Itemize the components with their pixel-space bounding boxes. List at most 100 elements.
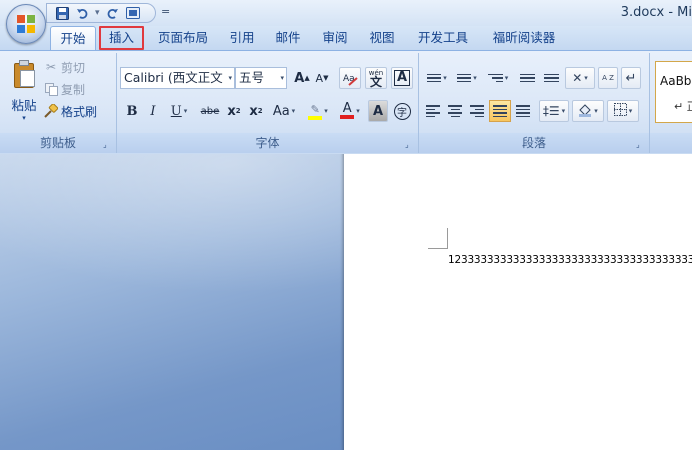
tab-references[interactable]: 引用 [222,26,262,50]
tab-page-layout[interactable]: 页面布局 [150,26,216,50]
paste-button[interactable]: 粘贴 ▾ [6,57,42,127]
text-highlight-button[interactable]: ✎ ▾ [303,100,333,122]
undo-icon[interactable] [75,6,89,20]
font-size-value: 五号 [239,70,265,85]
cut-button[interactable]: ✂ 剪切 [44,57,85,77]
clear-formatting-icon: Aa [343,74,358,86]
underline-glyph: U [170,103,182,119]
copy-icon [44,82,58,96]
shrink-font-button[interactable]: A ▼ [313,67,331,89]
paragraph-dialog-launcher-icon[interactable]: ⌟ [636,140,645,149]
office-button[interactable] [6,4,46,44]
paste-dropdown-icon[interactable]: ▾ [6,114,42,122]
character-shading-button[interactable]: A [368,100,388,122]
bullets-dropdown-icon[interactable]: ▾ [443,74,447,82]
character-border-button[interactable]: A [391,67,413,89]
phonetic-guide-button[interactable]: wén 文 [365,67,387,89]
paste-label: 粘贴 [11,98,37,113]
tab-insert[interactable]: 插入 [99,26,144,50]
borders-icon [613,103,627,119]
bullets-button[interactable]: ▾ [423,67,451,89]
borders-button[interactable]: ▾ [607,100,639,122]
styles-group-label [650,133,692,153]
change-case-dropdown-icon[interactable]: ▾ [292,107,296,115]
tab-home[interactable]: 开始 [50,26,96,50]
format-painter-button[interactable]: 格式刷 [44,101,97,121]
align-center-icon [448,105,462,117]
save-icon[interactable] [55,6,69,20]
superscript-glyph: x [249,103,258,119]
numbering-icon [457,73,472,83]
align-center-button[interactable] [445,100,465,122]
underline-dropdown-icon[interactable]: ▾ [184,107,188,115]
grow-font-glyph: A [294,70,305,86]
justify-button[interactable] [489,100,511,122]
tab-review[interactable]: 审阅 [315,26,355,50]
increase-indent-button[interactable] [540,67,562,89]
line-spacing-dropdown-icon[interactable]: ▾ [562,107,566,115]
undo-dropdown-icon[interactable]: ▾ [95,8,100,18]
document-title: 3.docx - Mi [620,5,692,20]
tab-mailings[interactable]: 邮件 [268,26,308,50]
clear-formatting-button[interactable]: Aa [339,67,361,89]
redo-icon[interactable] [106,6,120,20]
align-right-button[interactable] [467,100,487,122]
shading-dropdown-icon[interactable]: ▾ [594,107,598,115]
tab-developer[interactable]: 开发工具 [410,26,476,50]
highlight-dropdown-icon[interactable]: ▾ [324,107,328,115]
superscript-button[interactable]: x2 [247,100,265,122]
align-right-icon [470,105,484,117]
grow-font-button[interactable]: A ▲ [292,67,312,89]
borders-dropdown-icon[interactable]: ▾ [629,107,633,115]
numbering-dropdown-icon[interactable]: ▾ [473,74,477,82]
italic-button[interactable]: I [144,100,162,122]
format-painter-icon [44,104,58,118]
distributed-button[interactable] [513,100,533,122]
format-painter-label: 格式刷 [61,104,98,119]
show-marks-button[interactable]: ↵ [621,67,641,89]
line-spacing-button[interactable]: ‡☰ ▾ [539,100,569,122]
paste-icon [11,59,37,89]
distributed-icon [516,105,530,117]
font-size-select[interactable]: 五号 ▾ [235,67,287,89]
align-left-button[interactable] [423,100,443,122]
bold-button[interactable]: B [123,100,141,122]
tab-foxit-reader[interactable]: 福昕阅读器 [483,26,565,50]
font-color-dropdown-icon[interactable]: ▾ [356,107,360,115]
numbering-button[interactable]: ▾ [453,67,481,89]
underline-button[interactable]: U ▾ [166,100,192,122]
multilevel-list-button[interactable]: ▾ [483,67,513,89]
chinese-layout-icon: ✕ [572,71,583,85]
justify-icon [493,105,507,117]
decrease-indent-button[interactable] [516,67,538,89]
customize-qat-button[interactable]: = [161,5,170,18]
shading-button[interactable]: ▾ [572,100,604,122]
enclose-characters-button[interactable]: 字 [391,100,413,122]
increase-indent-icon [543,73,559,83]
strikethrough-glyph: abe [200,105,220,117]
chinese-layout-dropdown-icon[interactable]: ▾ [584,74,588,82]
sort-button[interactable]: A Z [598,67,618,89]
enclose-characters-icon: 字 [393,102,411,120]
document-body-text[interactable]: 1233333333333333333333333333333333333333… [448,254,692,266]
change-case-button[interactable]: Aa ▾ [269,100,299,122]
font-name-select[interactable]: Calibri (西文正文 ▾ [120,67,235,89]
style-name-label: ↵ 正 [674,100,692,113]
strikethrough-button[interactable]: abe [197,100,223,122]
align-left-icon [426,105,440,117]
ribbon: 粘贴 ▾ ✂ 剪切 复制 格式刷 剪贴板 ⌟ Calibri (西文正文 ▾ 五号… [0,50,692,154]
subscript-button[interactable]: x2 [225,100,243,122]
font-color-button[interactable]: A ▾ [335,100,365,122]
font-dialog-launcher-icon[interactable]: ⌟ [405,140,414,149]
copy-button[interactable]: 复制 [44,79,85,99]
clipboard-dialog-launcher-icon[interactable]: ⌟ [103,140,112,149]
style-sample-text: AaBbC [660,74,692,88]
watermark-main: S 搜狗指南 [512,365,643,397]
multilevel-dropdown-icon[interactable]: ▾ [505,74,509,82]
character-border-icon: A [393,70,411,86]
clipboard-group: 粘贴 ▾ ✂ 剪切 复制 格式刷 剪贴板 ⌟ [0,53,117,153]
chinese-layout-button[interactable]: ✕ ▾ [565,67,595,89]
style-normal-thumbnail[interactable]: AaBbC ↵ 正 [655,61,692,123]
print-preview-icon[interactable] [125,6,140,20]
tab-view[interactable]: 视图 [362,26,402,50]
